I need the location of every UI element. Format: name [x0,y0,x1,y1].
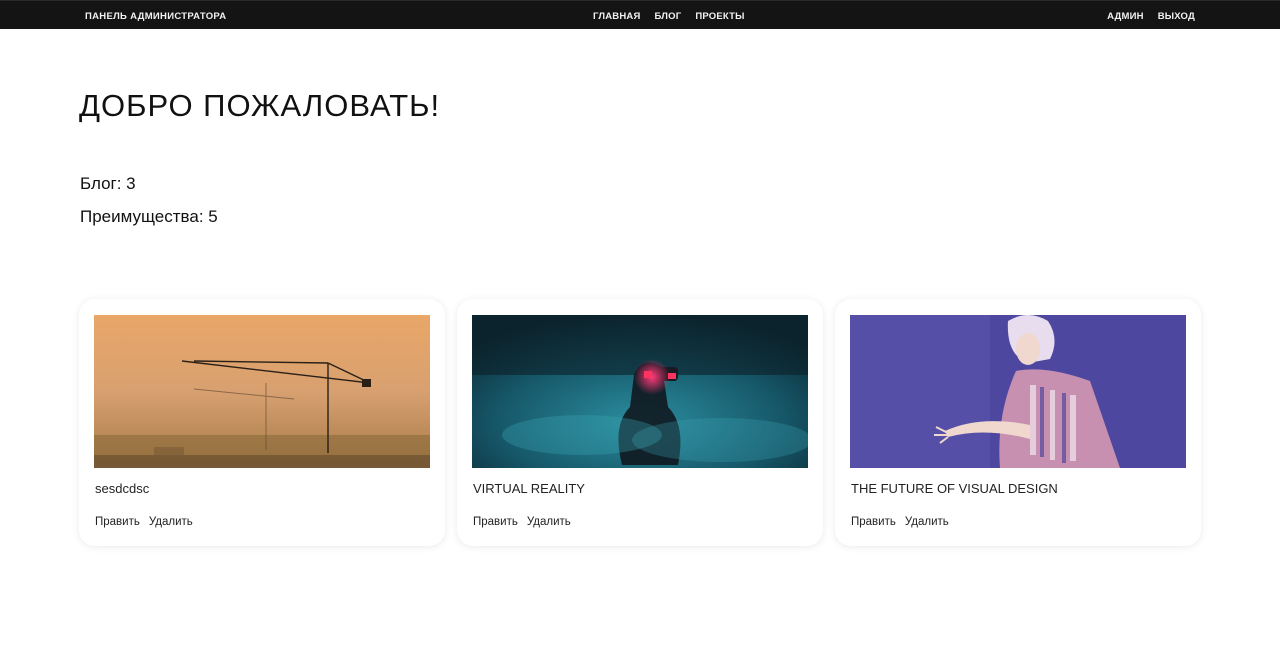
edit-button[interactable]: Править [851,516,896,528]
blog-card: VIRTUAL REALITY Править Удалить [457,299,823,546]
nav-home-link[interactable]: ГЛАВНАЯ [593,11,641,22]
card-image-cranes [94,315,430,468]
edit-button[interactable]: Править [95,516,140,528]
card-title: VIRTUAL REALITY [473,481,585,496]
card-title: THE FUTURE OF VISUAL DESIGN [851,481,1058,496]
card-actions: Править Удалить [473,516,571,528]
brand-link[interactable]: ПАНЕЛЬ АДМИНИСТРАТОРА [85,11,226,22]
top-navbar: ПАНЕЛЬ АДМИНИСТРАТОРА ГЛАВНАЯ БЛОГ ПРОЕК… [0,0,1280,29]
card-image-future-design [850,315,1186,468]
card-title: sesdcdsc [95,481,150,496]
card-actions: Править Удалить [851,516,949,528]
delete-button[interactable]: Удалить [149,516,193,528]
card-actions: Править Удалить [95,516,193,528]
blog-count: Блог: 3 [80,174,136,193]
main-nav: ГЛАВНАЯ БЛОГ ПРОЕКТЫ [593,11,745,22]
edit-button[interactable]: Править [473,516,518,528]
advantages-count: Преимущества: 5 [80,207,218,226]
blog-card: sesdcdsc Править Удалить [79,299,445,546]
page-title: ДОБРО ПОЖАЛОВАТЬ! [79,88,441,123]
delete-button[interactable]: Удалить [905,516,949,528]
card-image-vr [472,315,808,468]
blog-card: THE FUTURE OF VISUAL DESIGN Править Удал… [835,299,1201,546]
nav-blog-link[interactable]: БЛОГ [655,11,682,22]
user-nav: АДМИН ВЫХОД [1107,11,1195,22]
delete-button[interactable]: Удалить [527,516,571,528]
nav-admin-link[interactable]: АДМИН [1107,11,1144,22]
nav-logout-link[interactable]: ВЫХОД [1158,11,1195,22]
nav-projects-link[interactable]: ПРОЕКТЫ [695,11,744,22]
